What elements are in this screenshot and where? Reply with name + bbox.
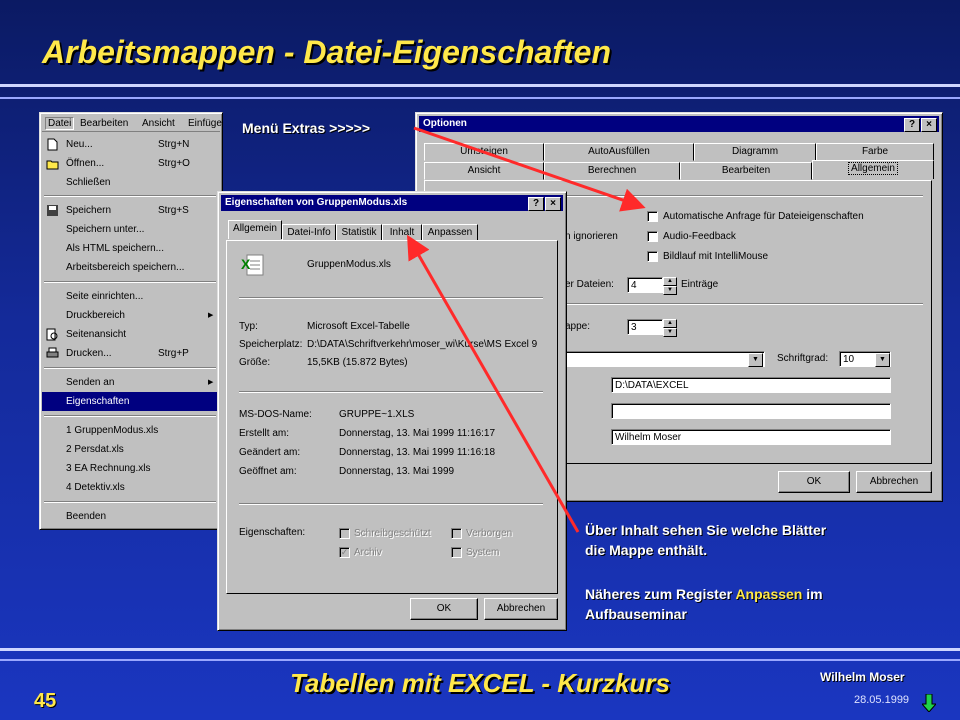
- note-anpassen-line1: Näheres zum Register Anpassen im: [585, 586, 823, 602]
- note-anpassen-line2: Aufbauseminar: [585, 606, 687, 622]
- page-number: 45: [34, 690, 57, 712]
- arrow-to-inhalt-tab: [407, 234, 580, 533]
- next-slide-arrow-icon[interactable]: [922, 694, 936, 712]
- bottom-divider: [0, 648, 960, 661]
- note-anpassen: Näheres zum Register Anpassen im Aufbaus…: [585, 584, 823, 624]
- tab-allgemein[interactable]: Allgemein: [812, 160, 934, 179]
- note-inhalt: Über Inhalt sehen Sie welche Blätter die…: [585, 520, 826, 560]
- author-name: Wilhelm Moser: [820, 670, 905, 684]
- arrow-to-auto-anfrage: [413, 126, 646, 212]
- note-inhalt-line1: Über Inhalt sehen Sie welche Blätter: [585, 522, 827, 538]
- footer-title: Tabellen mit EXCEL - Kurzkurs: [290, 668, 670, 698]
- note-inhalt-line2: die Mappe enthält.: [585, 542, 708, 558]
- slide-date: 28.05.1999: [854, 694, 910, 706]
- tab-allgemein-props[interactable]: Allgemein: [228, 220, 282, 239]
